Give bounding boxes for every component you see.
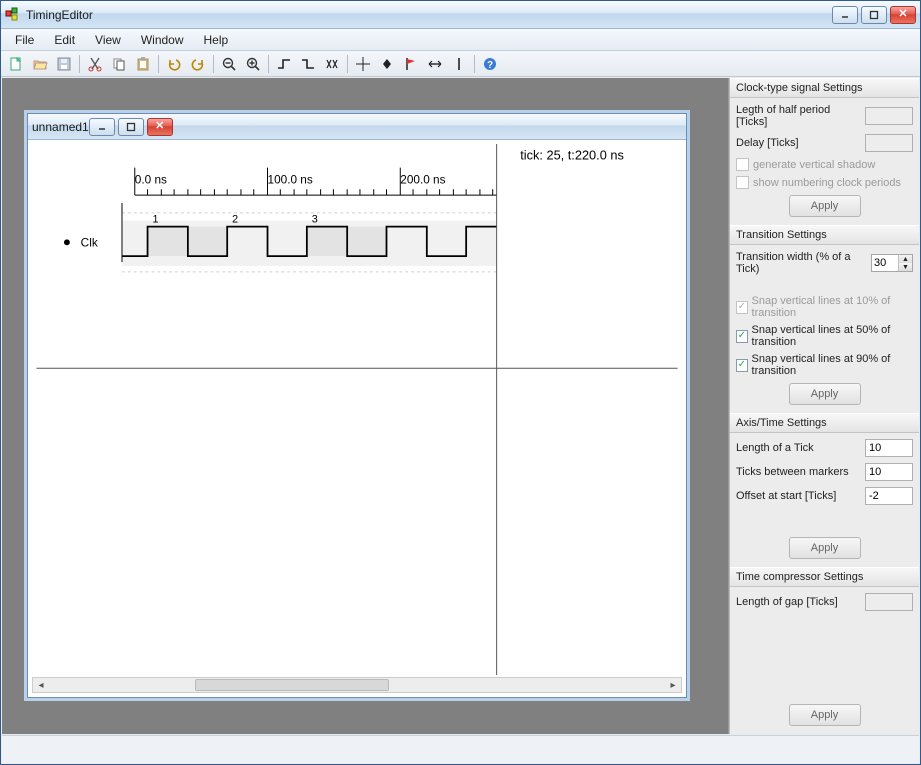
transition-width-input[interactable] (872, 255, 898, 271)
flag-icon[interactable] (400, 53, 422, 75)
signal-name[interactable]: Clk (81, 235, 98, 249)
vertical-line-icon[interactable] (448, 53, 470, 75)
scroll-right-icon[interactable]: ▸ (665, 678, 681, 692)
snap10-checkbox: ✓ (736, 301, 748, 314)
menu-view[interactable]: View (85, 31, 131, 49)
menu-file[interactable]: File (5, 31, 44, 49)
ticks-between-label: Ticks between markers (736, 466, 861, 478)
gap-input (865, 593, 913, 611)
cut-icon[interactable] (84, 53, 106, 75)
snap90-label: Snap vertical lines at 90% of transition (752, 353, 913, 377)
menu-edit[interactable]: Edit (44, 31, 85, 49)
transition-width-label: Transition width (% of a Tick) (736, 251, 867, 275)
scroll-thumb[interactable] (195, 679, 389, 691)
crosshair-icon[interactable] (352, 53, 374, 75)
svg-text:1: 1 (152, 214, 158, 226)
redo-icon[interactable] (187, 53, 209, 75)
numbering-label: show numbering clock periods (753, 177, 901, 189)
axis-apply-button[interactable]: Apply (789, 537, 861, 559)
menu-help[interactable]: Help (194, 31, 239, 49)
scroll-left-icon[interactable]: ◂ (33, 678, 49, 692)
paste-icon[interactable] (132, 53, 154, 75)
half-period-label: Legth of half period [Ticks] (736, 104, 861, 128)
shadow-checkbox (736, 158, 749, 171)
transition-settings-header: Transition Settings (730, 225, 919, 245)
rising-edge-icon[interactable] (273, 53, 295, 75)
maximize-button[interactable] (861, 6, 887, 24)
axis-settings-header: Axis/Time Settings (730, 413, 919, 433)
settings-panel: Clock-type signal Settings Legth of half… (729, 78, 919, 734)
mdi-area: unnamed1 ✕ tick: 25, t:220.0 ns (2, 78, 729, 734)
spin-up-icon[interactable]: ▲ (899, 255, 912, 263)
svg-text:100.0 ns: 100.0 ns (268, 172, 313, 186)
toolbar: ? (1, 51, 920, 77)
svg-text:2: 2 (232, 214, 238, 226)
shadow-label: generate vertical shadow (753, 159, 875, 171)
new-document-icon[interactable] (5, 53, 27, 75)
signal-bullet (64, 239, 70, 245)
compressor-settings-header: Time compressor Settings (730, 567, 919, 587)
zoom-in-icon[interactable] (242, 53, 264, 75)
cursor-status: tick: 25, t:220.0 ns (520, 148, 624, 163)
close-button[interactable]: ✕ (890, 6, 916, 24)
svg-text:0.0 ns: 0.0 ns (135, 172, 167, 186)
transition-apply-button[interactable]: Apply (789, 383, 861, 405)
minimize-button[interactable] (832, 6, 858, 24)
child-maximize-button[interactable] (118, 118, 144, 136)
half-period-input (865, 107, 913, 125)
clock-apply-button[interactable]: Apply (789, 195, 861, 217)
horizontal-scrollbar[interactable]: ◂ ▸ (32, 677, 682, 693)
copy-icon[interactable] (108, 53, 130, 75)
help-icon[interactable]: ? (479, 53, 501, 75)
offset-input[interactable] (865, 487, 913, 505)
main-window: TimingEditor ✕ File Edit View Window Hel… (0, 0, 921, 765)
delay-label: Delay [Ticks] (736, 137, 861, 149)
statusbar (2, 735, 919, 763)
document-title: unnamed1 (32, 120, 89, 134)
menu-window[interactable]: Window (131, 31, 194, 49)
svg-text:?: ? (487, 60, 493, 71)
app-title: TimingEditor (26, 8, 93, 22)
delay-input (865, 134, 913, 152)
snap50-checkbox[interactable]: ✓ (736, 330, 748, 343)
tick-length-label: Length of a Tick (736, 442, 861, 454)
tick-length-input[interactable] (865, 439, 913, 457)
zoom-out-icon[interactable] (218, 53, 240, 75)
timing-canvas[interactable]: tick: 25, t:220.0 ns (32, 144, 682, 675)
menubar: File Edit View Window Help (1, 29, 920, 51)
svg-text:3: 3 (312, 214, 318, 226)
width-arrow-icon[interactable] (424, 53, 446, 75)
save-icon[interactable] (53, 53, 75, 75)
document-titlebar[interactable]: unnamed1 ✕ (28, 114, 686, 140)
titlebar[interactable]: TimingEditor ✕ (1, 1, 920, 29)
offset-label: Offset at start [Ticks] (736, 490, 861, 502)
both-edges-icon[interactable] (321, 53, 343, 75)
undo-icon[interactable] (163, 53, 185, 75)
child-minimize-button[interactable] (89, 118, 115, 136)
falling-edge-icon[interactable] (297, 53, 319, 75)
numbering-checkbox (736, 176, 749, 189)
marker-icon[interactable] (376, 53, 398, 75)
snap50-label: Snap vertical lines at 50% of transition (752, 324, 913, 348)
spin-down-icon[interactable]: ▼ (899, 263, 912, 271)
compressor-apply-button[interactable]: Apply (789, 704, 861, 726)
app-icon (5, 7, 21, 23)
open-folder-icon[interactable] (29, 53, 51, 75)
ticks-between-input[interactable] (865, 463, 913, 481)
clock-settings-header: Clock-type signal Settings (730, 78, 919, 98)
document-window: unnamed1 ✕ tick: 25, t:220.0 ns (27, 113, 687, 698)
child-close-button[interactable]: ✕ (147, 118, 173, 136)
snap10-label: Snap vertical lines at 10% of transition (752, 295, 913, 319)
transition-width-spinner[interactable]: ▲▼ (871, 254, 913, 272)
snap90-checkbox[interactable]: ✓ (736, 359, 748, 372)
svg-text:200.0 ns: 200.0 ns (400, 172, 445, 186)
gap-label: Length of gap [Ticks] (736, 596, 861, 608)
